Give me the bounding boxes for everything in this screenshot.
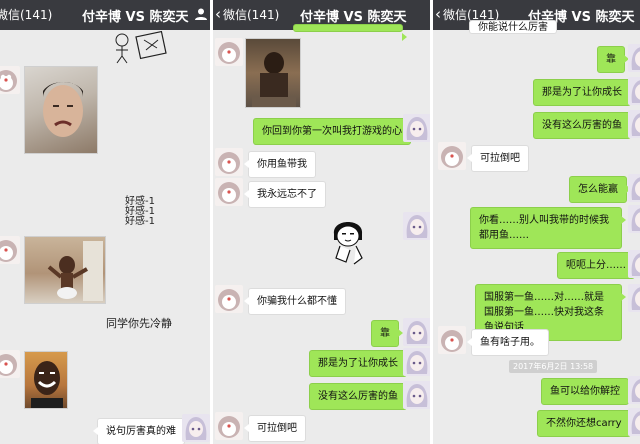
caption-calm-down: 同学你先冷静 — [106, 317, 172, 330]
favor-text-3: 好感-1 — [125, 216, 155, 227]
message-bubble-left[interactable]: 我永远忘不了 — [244, 181, 326, 208]
chat-panel-1: 微信(141) 付辛博 VS 陈奕天 好感-1 好感-1 好感-1 同学你先冷静… — [0, 0, 212, 444]
avatar-anime-girl[interactable] — [403, 212, 430, 240]
person-icon[interactable] — [194, 7, 208, 21]
message-text: 那是为了让你成长 — [318, 358, 398, 369]
avatar-anime-girl[interactable] — [403, 348, 430, 376]
message-bubble-right[interactable]: 鱼可以给你解控 — [541, 378, 633, 405]
message-bubble-right[interactable]: 没有这么厉害的鱼 — [309, 383, 411, 410]
message-bubble-right[interactable]: 你回到你第一次叫我打游戏的心 — [253, 118, 415, 145]
message-text: 可拉倒吧 — [480, 153, 520, 164]
message-text: 你用鱼带我 — [257, 159, 307, 170]
avatar-doraemon[interactable] — [0, 236, 20, 264]
back-button[interactable]: ‹ 微信(141) — [215, 6, 279, 23]
message-bubble-right[interactable]: 靠 — [371, 320, 403, 347]
message-text: 你回到你第一次叫我打游戏的心 — [262, 126, 402, 137]
avatar-anime-girl[interactable] — [403, 381, 430, 409]
image-crying-face[interactable] — [24, 66, 98, 154]
chat-panel-3: ‹ 微信(141) 付辛博 VS 陈奕天 你能说什么厉害 靠 那是为了让你成长 … — [433, 0, 640, 444]
message-bubble-left[interactable]: 你用鱼带我 — [244, 151, 316, 178]
back-chevron-icon: ‹ — [215, 5, 221, 23]
message-text: 没有这么厉害的鱼 — [542, 120, 622, 131]
message-bubble-left[interactable]: 鱼有啥子用。 — [467, 329, 549, 356]
message-bubble-right[interactable]: 那是为了让你成长 — [309, 350, 411, 377]
message-bubble-right[interactable]: 呃呃上分…… — [557, 252, 639, 279]
avatar-doraemon[interactable] — [215, 148, 243, 176]
message-text: 你能说什么厉害 — [478, 22, 548, 33]
avatar-anime-girl[interactable] — [628, 77, 640, 105]
image-smiling-man[interactable] — [24, 351, 68, 409]
message-text: 没有这么厉害的鱼 — [318, 391, 398, 402]
avatar-doraemon[interactable] — [215, 38, 243, 66]
message-text: 你骗我什么都不懂 — [257, 296, 337, 307]
image-man-in-room[interactable] — [245, 38, 301, 108]
back-chevron-icon: ‹ — [435, 5, 441, 23]
chat-title: 付辛博 VS 陈奕天 — [300, 10, 407, 25]
sticker-cartoon-girl — [333, 222, 363, 265]
message-bubble-left[interactable]: 说句厉害真的难 — [93, 418, 185, 444]
avatar-anime-girl[interactable] — [182, 414, 210, 442]
avatar-doraemon[interactable] — [215, 285, 243, 313]
message-bubble-left[interactable]: 可拉倒吧 — [467, 145, 529, 172]
chat-title: 付辛博 VS 陈奕天 — [82, 10, 189, 25]
back-button[interactable]: 微信(141) — [0, 6, 52, 23]
chat-panel-2: ‹ 微信(141) 付辛博 VS 陈奕天 你回到你第一次叫我打游戏的心 你用鱼带… — [213, 0, 430, 444]
message-text: 呃呃上分…… — [566, 260, 626, 271]
avatar-doraemon[interactable] — [215, 412, 243, 440]
message-bubble-right[interactable]: 不然你还想carry — [537, 410, 635, 437]
avatar-doraemon[interactable] — [0, 66, 20, 94]
avatar-anime-girl[interactable] — [628, 284, 640, 312]
avatar-doraemon[interactable] — [438, 142, 466, 170]
message-text: 靠 — [380, 328, 390, 339]
message-bubble-right[interactable]: 那是为了让你成长 — [533, 79, 635, 106]
image-dancing-kid[interactable] — [24, 236, 106, 304]
message-bubble-left[interactable]: 你能说什么厉害 — [469, 20, 557, 34]
avatar-anime-girl[interactable] — [628, 174, 640, 202]
message-text: 国服第一鱼……对……就是国服第一鱼……快对我这条鱼说句话 — [484, 292, 604, 333]
message-text: 鱼有啥子用。 — [480, 337, 540, 348]
message-bubble-left[interactable]: 你骗我什么都不懂 — [244, 288, 346, 315]
avatar-anime-girl[interactable] — [403, 114, 430, 142]
message-text: 靠 — [606, 54, 616, 65]
message-text: 不然你还想carry — [546, 418, 622, 429]
back-label: 微信(141) — [0, 8, 53, 22]
message-bubble-right[interactable]: 你看……别人叫我带的时候我都用鱼…… — [470, 207, 626, 249]
message-bubble-left[interactable]: 可拉倒吧 — [244, 415, 306, 442]
message-bubble-right[interactable]: 怎么能赢 — [569, 176, 631, 203]
message-text: 怎么能赢 — [578, 184, 618, 195]
message-text: 我永远忘不了 — [257, 189, 317, 200]
avatar-anime-girl[interactable] — [628, 250, 640, 278]
message-text: 可拉倒吧 — [257, 423, 297, 434]
message-bubble-right[interactable]: 没有这么厉害的鱼 — [533, 112, 635, 139]
avatar-doraemon[interactable] — [438, 326, 466, 354]
message-bubble-right[interactable]: 靠 — [597, 46, 629, 73]
message-text: 你看……别人叫我带的时候我都用鱼…… — [479, 215, 609, 241]
message-text: 鱼可以给你解控 — [550, 386, 620, 397]
message-bubble-right[interactable] — [293, 24, 407, 41]
avatar-doraemon[interactable] — [215, 178, 243, 206]
sticker-doodle — [115, 30, 167, 64]
timestamp: 2017年6月2日 13:58 — [509, 360, 598, 373]
avatar-anime-girl[interactable] — [628, 408, 640, 436]
avatar-anime-girl[interactable] — [628, 376, 640, 404]
avatar-anime-girl[interactable] — [628, 205, 640, 233]
message-text: 说句厉害真的难 — [106, 426, 176, 437]
back-label: 微信(141) — [223, 8, 280, 22]
message-text: 那是为了让你成长 — [542, 87, 622, 98]
avatar-doraemon[interactable] — [0, 350, 20, 378]
avatar-anime-girl[interactable] — [628, 44, 640, 72]
avatar-anime-girl[interactable] — [628, 110, 640, 138]
avatar-anime-girl[interactable] — [403, 318, 430, 346]
top-bar: 微信(141) 付辛博 VS 陈奕天 — [0, 0, 212, 30]
